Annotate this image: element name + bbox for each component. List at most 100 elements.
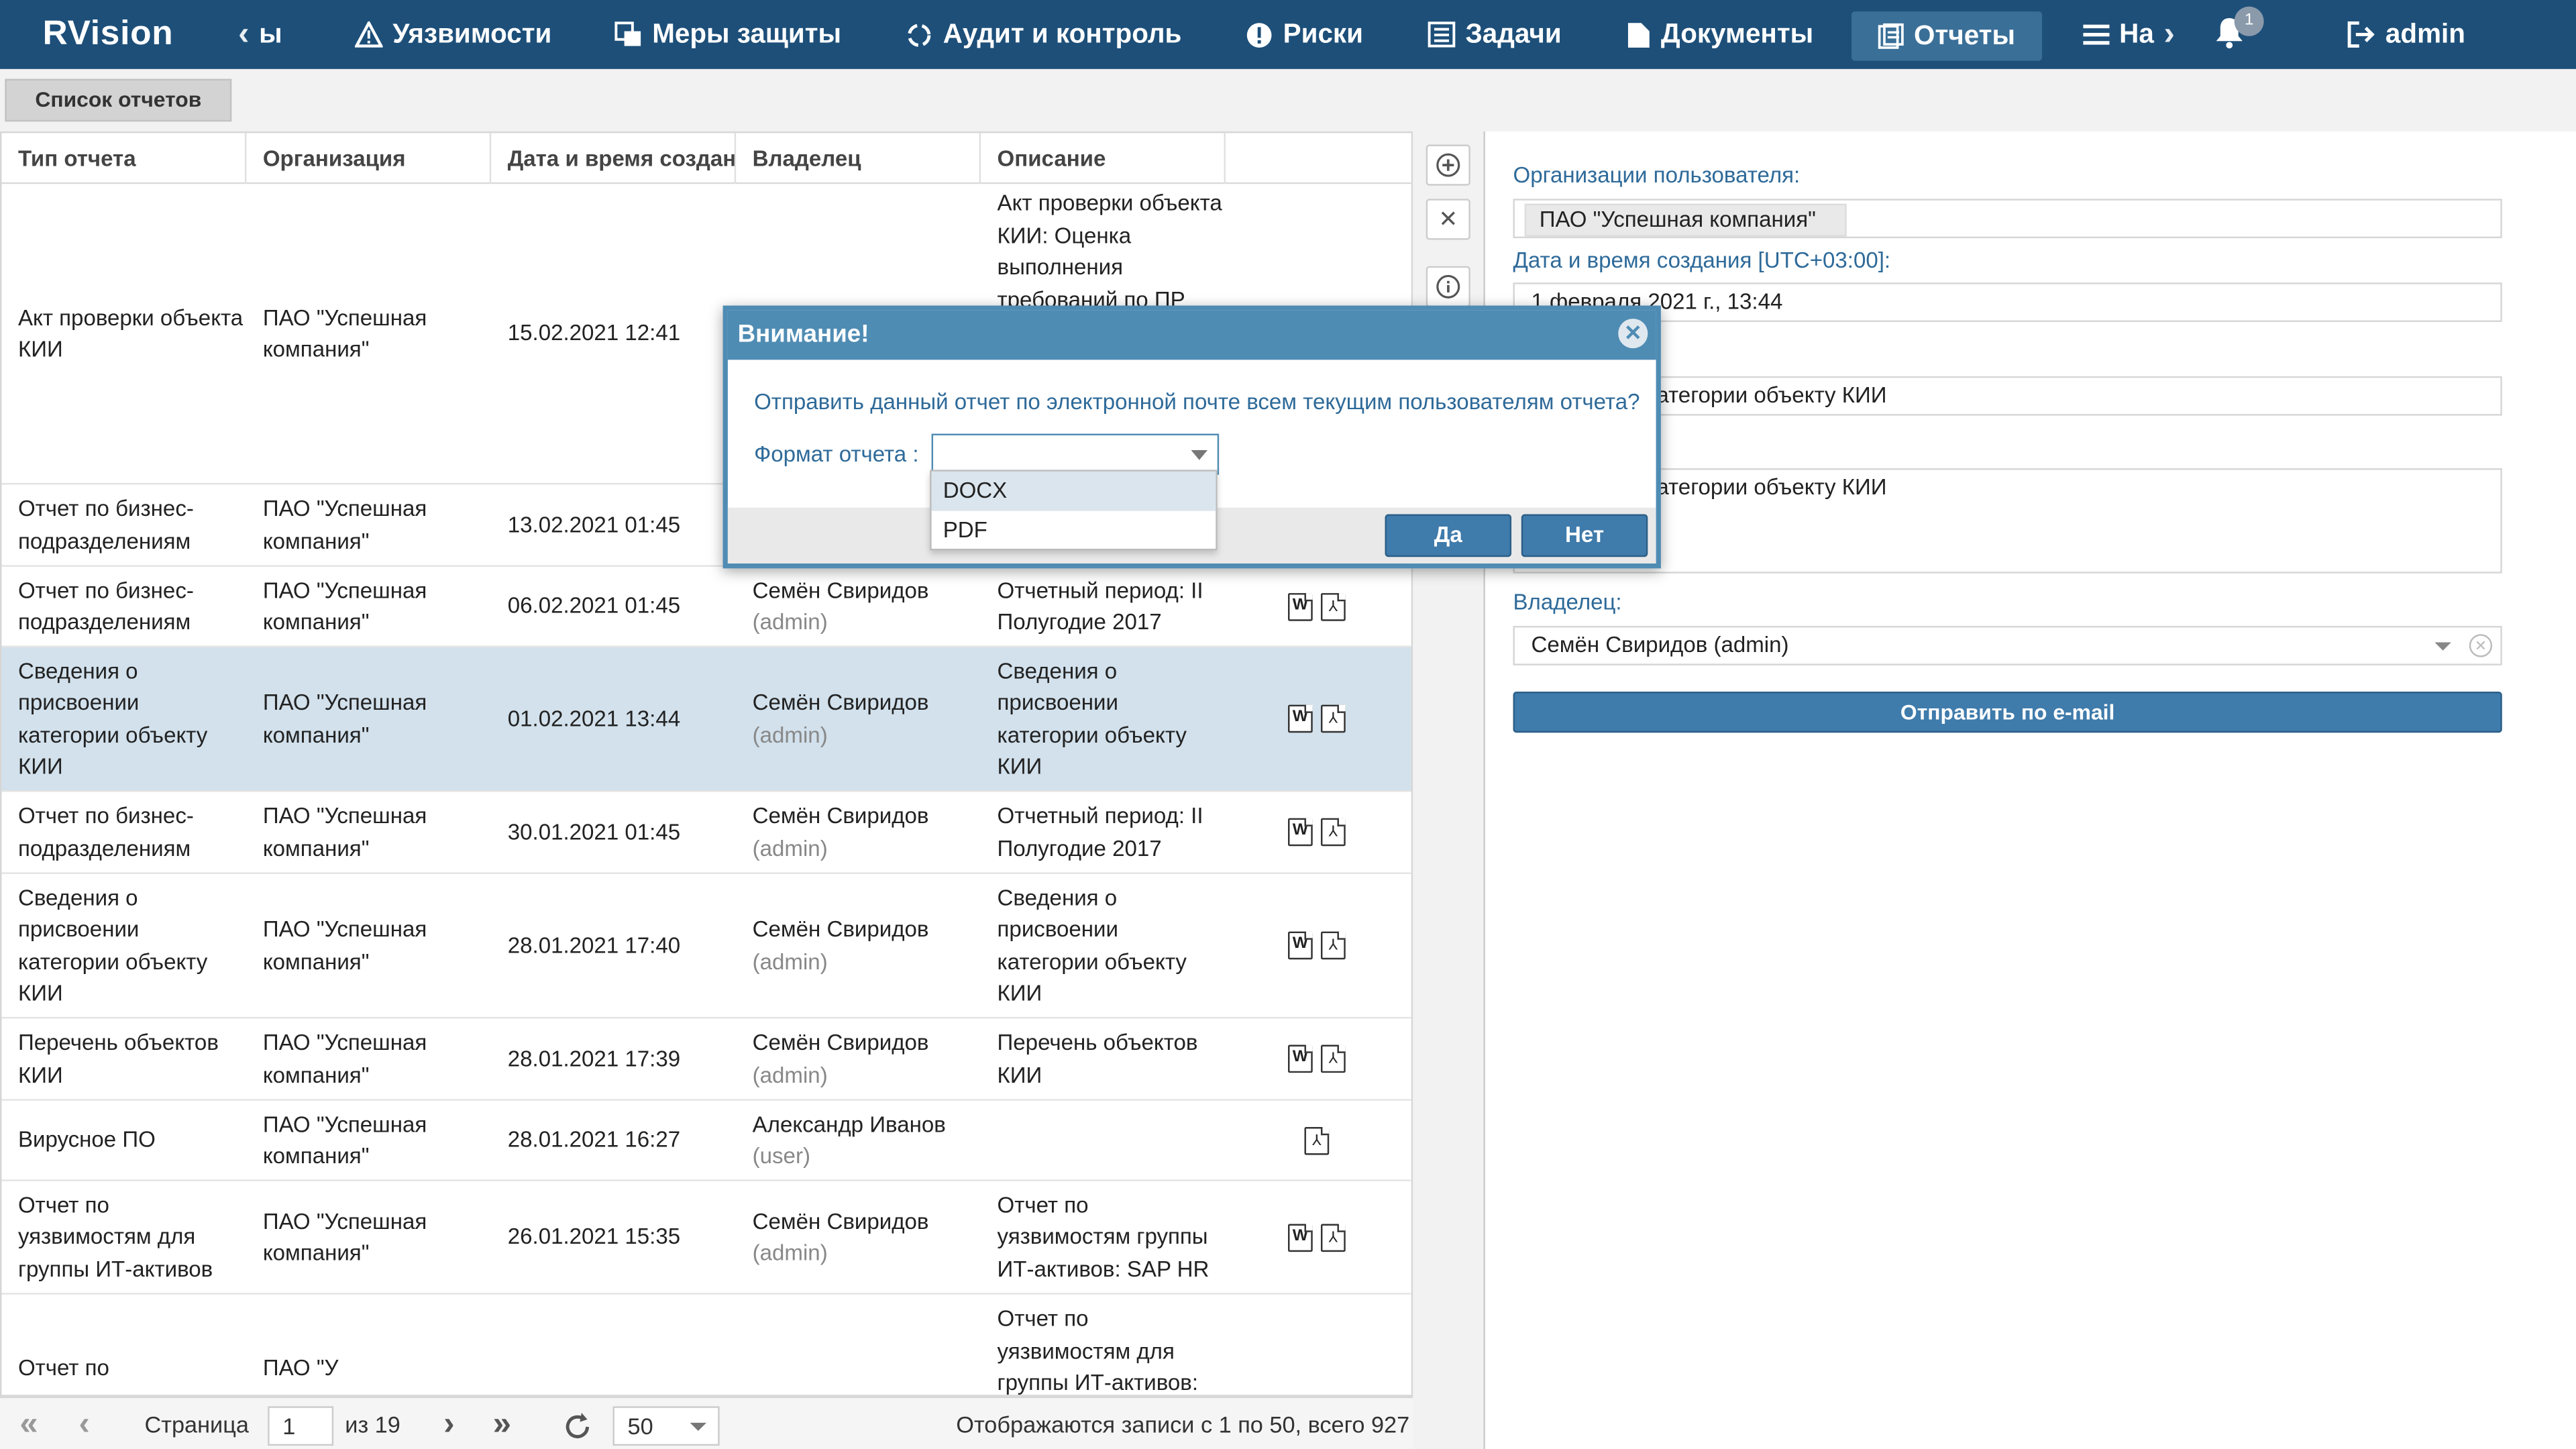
add-report-button[interactable] xyxy=(1426,144,1470,186)
pagination-bar: « ‹ Страница 1 из 19 › » 50 Отображаются… xyxy=(0,1396,1413,1449)
table-row[interactable]: Отчет по ПАО "У Отчет по уязвимостям для г… xyxy=(1,1294,1411,1395)
documents-icon xyxy=(1627,22,1650,47)
cell-text: Семён Свиридов xyxy=(752,916,929,942)
cell-desc: Отчетный период: II Полугодие 2017 xyxy=(981,792,1226,872)
cell-desc: Перечень объектов КИИ xyxy=(981,1018,1226,1099)
cell-date: 26.01.2021 15:35 xyxy=(491,1181,736,1293)
tab-report-list[interactable]: Список отчетов xyxy=(5,78,232,122)
word-file-icon[interactable]: W xyxy=(1288,592,1313,621)
column-header-owner[interactable]: Владелец xyxy=(736,133,981,184)
table-row[interactable]: Сведения о присвоении категории объекту … xyxy=(1,647,1411,792)
cell-text: Отчет по xyxy=(17,1354,109,1380)
nav-item-label: Меры защиты xyxy=(652,19,842,50)
cell-date: 01.02.2021 13:44 xyxy=(491,647,736,790)
warning-icon xyxy=(354,21,383,48)
app-logo[interactable]: RVision xyxy=(43,15,174,54)
report-name-field[interactable]: рисвоении категории объекту КИИ xyxy=(1513,376,2502,416)
cell-desc: Сведения о присвоении категории объекту … xyxy=(981,874,1226,1017)
cell-type: Отчет по бизнес-подразделениям xyxy=(1,792,246,872)
nav-item-tasks[interactable]: Задачи xyxy=(1428,0,1562,69)
org-field[interactable]: ПАО "Успешная компания" xyxy=(1513,199,2502,239)
first-page-icon[interactable]: « xyxy=(19,1398,38,1449)
cell-text: Сведения о присвоении категории объекту … xyxy=(17,657,208,779)
word-file-icon[interactable]: W xyxy=(1288,1223,1313,1251)
word-file-icon[interactable]: W xyxy=(1288,704,1313,733)
plus-circle-icon xyxy=(1436,153,1460,177)
chevron-down-icon[interactable] xyxy=(2434,642,2451,651)
pdf-file-icon[interactable]: ⅄ xyxy=(1320,1223,1346,1251)
next-page-icon[interactable]: › xyxy=(443,1398,454,1449)
last-page-icon[interactable]: » xyxy=(493,1398,511,1449)
table-row[interactable]: Перечень объектов КИИ ПАО "Успешная компа… xyxy=(1,1018,1411,1101)
pdf-file-icon[interactable]: ⅄ xyxy=(1304,1126,1330,1155)
cell-text: Отчет по бизнес-подразделениям xyxy=(17,577,194,635)
page-label: Страница xyxy=(144,1411,249,1438)
cell-desc: Сведения о присвоении категории объекту … xyxy=(981,647,1226,790)
pdf-file-icon[interactable]: ⅄ xyxy=(1320,704,1346,733)
pdf-file-icon[interactable]: ⅄ xyxy=(1320,931,1346,960)
cell-text: 26.01.2021 15:35 xyxy=(507,1224,681,1249)
date-field[interactable]: 1 февраля 2021 г., 13:44 xyxy=(1513,282,2502,323)
page-count-label: из 19 xyxy=(345,1411,400,1438)
app-root: RVision ‹ ы Уязвимости Меры защиты Аудит… xyxy=(0,0,2576,1449)
cell-owner: Семён Свиридов (admin) xyxy=(736,1181,981,1293)
report-description-field[interactable]: рисвоении категории объекту КИИ xyxy=(1513,468,2502,574)
nav-item-label: Аудит и контроль xyxy=(943,19,1182,50)
nav-item-audit[interactable]: Аудит и контроль xyxy=(905,0,1181,69)
pdf-file-icon[interactable]: ⅄ xyxy=(1320,818,1346,847)
word-file-icon[interactable]: W xyxy=(1288,1044,1313,1073)
nav-item-reports[interactable]: Отчеты xyxy=(1851,11,2042,61)
chevron-down-icon[interactable] xyxy=(1191,450,1208,460)
delete-report-button[interactable]: ✕ xyxy=(1426,199,1470,240)
cell-text: Акт проверки объекта КИИ xyxy=(17,305,244,362)
word-file-icon[interactable]: W xyxy=(1288,931,1313,960)
cell-text: 01.02.2021 13:44 xyxy=(507,706,681,731)
table-row[interactable]: Сведения о присвоении категории объекту … xyxy=(1,873,1411,1019)
column-header-org[interactable]: Организация xyxy=(246,133,492,184)
nav-item-risks[interactable]: Риски xyxy=(1245,0,1363,69)
info-button[interactable] xyxy=(1426,266,1470,307)
nav-item-documents[interactable]: Документы xyxy=(1626,0,1813,69)
refresh-cycle-icon xyxy=(908,23,931,46)
page-number-input[interactable]: 1 xyxy=(268,1406,334,1446)
cell-type: Сведения о присвоении категории объекту … xyxy=(1,874,246,1017)
no-button[interactable]: Нет xyxy=(1521,514,1648,557)
column-header-description[interactable]: Описание xyxy=(981,133,1226,184)
pdf-file-icon[interactable]: ⅄ xyxy=(1320,592,1346,621)
owner-select[interactable]: Семён Свиридов (admin) ✕ xyxy=(1513,626,2502,665)
user-menu[interactable]: admin xyxy=(2347,0,2465,69)
send-email-button[interactable]: Отправить по e-mail xyxy=(1513,692,2502,733)
pdf-file-icon[interactable]: ⅄ xyxy=(1320,1044,1346,1073)
table-row[interactable]: Отчет по бизнес-подразделениям ПАО "Успеш… xyxy=(1,792,1411,874)
cell-text: Перечень объектов КИИ xyxy=(997,1030,1198,1087)
table-row[interactable]: Отчет по бизнес-подразделениям ПАО "Успеш… xyxy=(1,566,1411,647)
column-header-type[interactable]: Тип отчета xyxy=(1,133,247,184)
cell-date xyxy=(491,1295,736,1395)
format-option-docx[interactable]: DOCX xyxy=(931,471,1216,511)
table-row[interactable]: Отчет по уязвимостям для группы ИТ-актив… xyxy=(1,1181,1411,1295)
nav-item-measures[interactable]: Меры защиты xyxy=(614,0,841,69)
prev-page-icon[interactable]: ‹ xyxy=(79,1398,90,1449)
refresh-icon[interactable] xyxy=(562,1408,594,1441)
cell-text: Сведения о присвоении категории объекту … xyxy=(997,884,1187,1006)
nav-item-settings[interactable]: На › xyxy=(2083,0,2175,69)
cell-date: 30.01.2021 01:45 xyxy=(491,792,736,872)
cell-org: ПАО "Успешная компания" xyxy=(246,1018,491,1099)
format-select[interactable] xyxy=(931,433,1220,475)
nav-prev[interactable]: ‹ ы xyxy=(238,0,282,69)
nav-item-vulnerabilities[interactable]: Уязвимости xyxy=(354,0,551,69)
table-row[interactable]: Вирусное ПО ПАО "Успешная компания" 28.01.… xyxy=(1,1100,1411,1181)
page-size-select[interactable]: 50 xyxy=(612,1406,720,1446)
format-option-pdf[interactable]: PDF xyxy=(932,511,1216,551)
cell-text: Отчет по бизнес-подразделениям xyxy=(17,496,194,553)
yes-button[interactable]: Да xyxy=(1385,514,1512,557)
chevron-left-icon[interactable]: ‹ xyxy=(238,0,249,69)
dialog-close-icon[interactable]: ✕ xyxy=(1618,319,1648,349)
nav-item-label: Отчеты xyxy=(1914,21,2016,51)
chevron-right-icon[interactable]: › xyxy=(2164,0,2175,69)
clear-icon[interactable]: ✕ xyxy=(2469,634,2493,657)
word-file-icon[interactable]: W xyxy=(1288,818,1313,847)
cell-owner: Семён Свиридов (admin) xyxy=(736,647,981,790)
cell-type: Отчет по бизнес-подразделениям xyxy=(1,567,246,646)
column-header-date[interactable]: Дата и время создан xyxy=(491,133,737,184)
